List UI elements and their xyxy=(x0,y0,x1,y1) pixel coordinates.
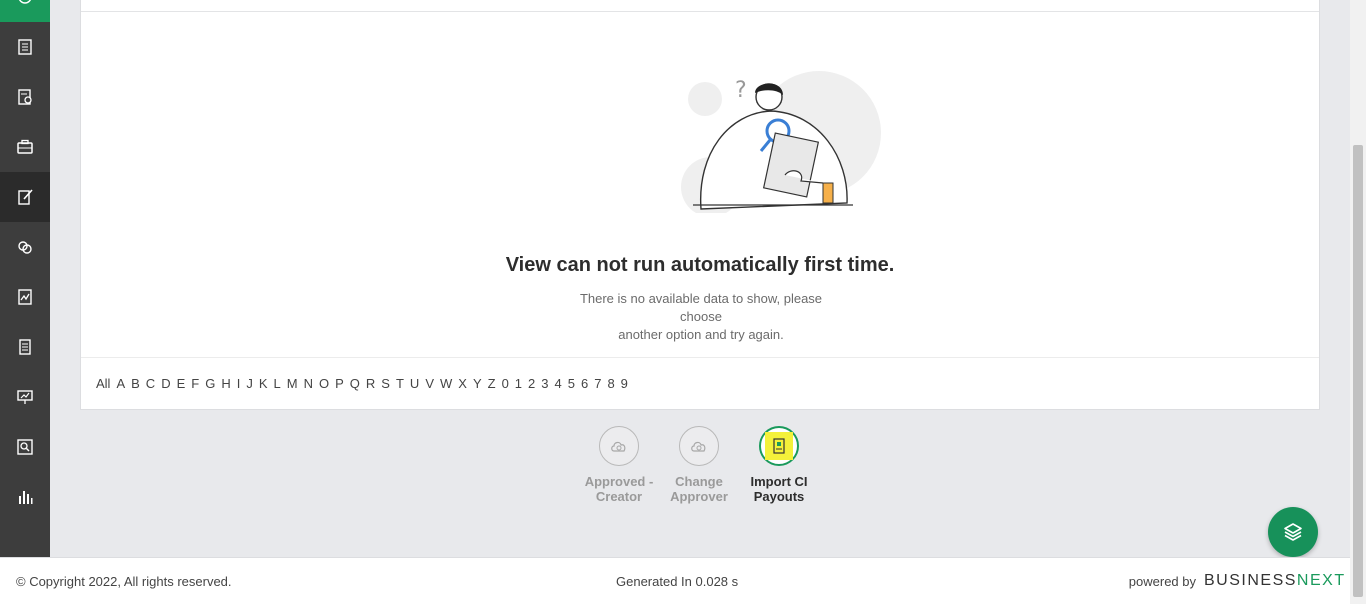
signed-document-icon xyxy=(18,289,32,305)
sidebar-item-edit[interactable] xyxy=(0,172,50,222)
alphabet-filter-item[interactable]: V xyxy=(425,376,434,391)
alphabet-filter-item[interactable]: M xyxy=(287,376,298,391)
change-approver-label: Change Approver xyxy=(659,474,739,504)
brand-logo: BUSINESSNEXT xyxy=(1204,572,1346,590)
receipt-icon xyxy=(19,339,31,355)
import-ci-payouts-button[interactable]: Import CI Payouts xyxy=(739,426,819,504)
alphabet-filter-item[interactable]: N xyxy=(304,376,313,391)
alphabet-filter-item[interactable]: W xyxy=(440,376,452,391)
alphabet-filter-item[interactable]: S xyxy=(381,376,390,391)
alphabet-filter-item[interactable]: 8 xyxy=(607,376,614,391)
alphabet-filter-item[interactable]: A xyxy=(116,376,125,391)
alphabet-filter-item[interactable]: J xyxy=(246,376,253,391)
cloud-icon xyxy=(691,441,706,452)
change-approver-button[interactable]: Change Approver xyxy=(659,426,739,504)
alphabet-filter-item[interactable]: 0 xyxy=(502,376,509,391)
sidebar-item-exchange[interactable] xyxy=(0,222,50,272)
alphabet-filter-item[interactable]: 6 xyxy=(581,376,588,391)
alphabet-filter-item[interactable]: O xyxy=(319,376,329,391)
svg-text:?: ? xyxy=(735,78,747,103)
alphabet-filter-item[interactable]: K xyxy=(259,376,268,391)
alphabet-filter-item[interactable]: All xyxy=(96,376,110,391)
footer: © Copyright 2022, All rights reserved. G… xyxy=(0,557,1350,604)
generated-time: Generated In 0.028 s xyxy=(616,573,739,589)
alphabet-filter: All A B C D E F G H I J K L M N O P Q R S T U V W X Y Z 0 1 2 3 4 5 6 7 8 9 xyxy=(81,357,1319,409)
alphabet-filter-item[interactable]: L xyxy=(274,376,281,391)
sidebar xyxy=(0,0,50,557)
layers-icon xyxy=(1284,523,1302,541)
empty-state-line-2: another option and try again. xyxy=(618,327,784,342)
alphabet-filter-item[interactable]: 4 xyxy=(555,376,562,391)
document-list-icon xyxy=(18,39,32,55)
powered-by-label: powered by xyxy=(1128,573,1196,589)
approved-creator-label: Approved - Creator xyxy=(579,474,659,504)
approved-creator-label-line-2: Creator xyxy=(595,489,643,504)
sidebar-item-clock[interactable] xyxy=(0,0,50,22)
import-document-icon xyxy=(773,438,785,454)
empty-state-message: There is no available data to show, plea… xyxy=(561,290,841,344)
sidebar-item-reports[interactable] xyxy=(0,472,50,522)
sidebar-item-documents[interactable] xyxy=(0,22,50,72)
scrollbar-thumb[interactable] xyxy=(1353,145,1363,597)
alphabet-filter-item[interactable]: 9 xyxy=(621,376,628,391)
sidebar-item-signed[interactable] xyxy=(0,272,50,322)
view-results-panel: ? View can not run automatically first t… xyxy=(80,0,1320,410)
alphabet-filter-item[interactable]: Q xyxy=(350,376,360,391)
alphabet-filter-item[interactable]: U xyxy=(410,376,419,391)
vertical-scrollbar[interactable] xyxy=(1350,0,1366,604)
bar-chart-icon xyxy=(19,491,33,504)
import-ci-payouts-label-line-1: Import CI xyxy=(750,474,808,489)
approved-creator-button[interactable]: Approved - Creator xyxy=(579,426,659,504)
change-approver-circle xyxy=(679,426,719,466)
edit-document-icon xyxy=(18,189,33,205)
alphabet-filter-item[interactable]: H xyxy=(221,376,230,391)
empty-state-title: View can not run automatically first tim… xyxy=(505,254,895,276)
copyright-text: © Copyright 2022, All rights reserved. xyxy=(16,573,232,589)
document-settings-icon xyxy=(18,89,32,105)
alphabet-filter-item[interactable]: G xyxy=(205,376,215,391)
exchange-icon xyxy=(18,241,32,254)
sidebar-item-receipt[interactable] xyxy=(0,322,50,372)
sidebar-item-presentation[interactable] xyxy=(0,372,50,422)
cloud-icon xyxy=(611,441,626,452)
no-data-illustration: ? xyxy=(681,71,881,213)
alphabet-filter-item[interactable]: X xyxy=(458,376,467,391)
alphabet-filter-item[interactable]: C xyxy=(146,376,155,391)
briefcase-icon xyxy=(17,139,33,154)
alphabet-filter-item[interactable]: T xyxy=(396,376,404,391)
header-divider xyxy=(81,11,1319,12)
empty-state-line-1: There is no available data to show, plea… xyxy=(579,291,823,324)
approved-creator-circle xyxy=(599,426,639,466)
alphabet-filter-item[interactable]: Y xyxy=(473,376,482,391)
alphabet-filter-item[interactable]: 1 xyxy=(515,376,522,391)
focus-highlight xyxy=(765,432,793,460)
alphabet-filter-item[interactable]: D xyxy=(161,376,170,391)
alphabet-filter-item[interactable]: P xyxy=(335,376,344,391)
alphabet-filter-item[interactable]: B xyxy=(131,376,140,391)
approved-creator-label-line-1: Approved - xyxy=(584,474,654,489)
alphabet-filter-item[interactable]: F xyxy=(191,376,199,391)
import-ci-payouts-circle xyxy=(759,426,799,466)
sidebar-item-briefcase[interactable] xyxy=(0,122,50,172)
alphabet-filter-item[interactable]: 5 xyxy=(568,376,575,391)
change-approver-label-line-2: Approver xyxy=(670,489,728,504)
alphabet-filter-item[interactable]: R xyxy=(366,376,375,391)
import-ci-payouts-label: Import CI Payouts xyxy=(739,474,819,504)
alphabet-filter-item[interactable]: 2 xyxy=(528,376,535,391)
clock-icon xyxy=(18,0,32,4)
alphabet-filter-item[interactable]: Z xyxy=(488,376,496,391)
layers-fab-button[interactable] xyxy=(1268,507,1318,557)
search-document-icon xyxy=(17,439,33,455)
import-ci-payouts-label-line-2: Payouts xyxy=(753,489,805,504)
brand-logo-part-1: BUSINESS xyxy=(1204,572,1297,589)
alphabet-filter-item[interactable]: E xyxy=(177,376,186,391)
brand-logo-part-2: NEXT xyxy=(1296,572,1346,589)
presentation-icon xyxy=(17,390,33,404)
sidebar-item-search[interactable] xyxy=(0,422,50,472)
change-approver-label-line-1: Change xyxy=(675,474,723,489)
alphabet-filter-item[interactable]: I xyxy=(237,376,241,391)
alphabet-filter-item[interactable]: 7 xyxy=(594,376,601,391)
sidebar-item-document-settings[interactable] xyxy=(0,72,50,122)
alphabet-filter-item[interactable]: 3 xyxy=(541,376,548,391)
